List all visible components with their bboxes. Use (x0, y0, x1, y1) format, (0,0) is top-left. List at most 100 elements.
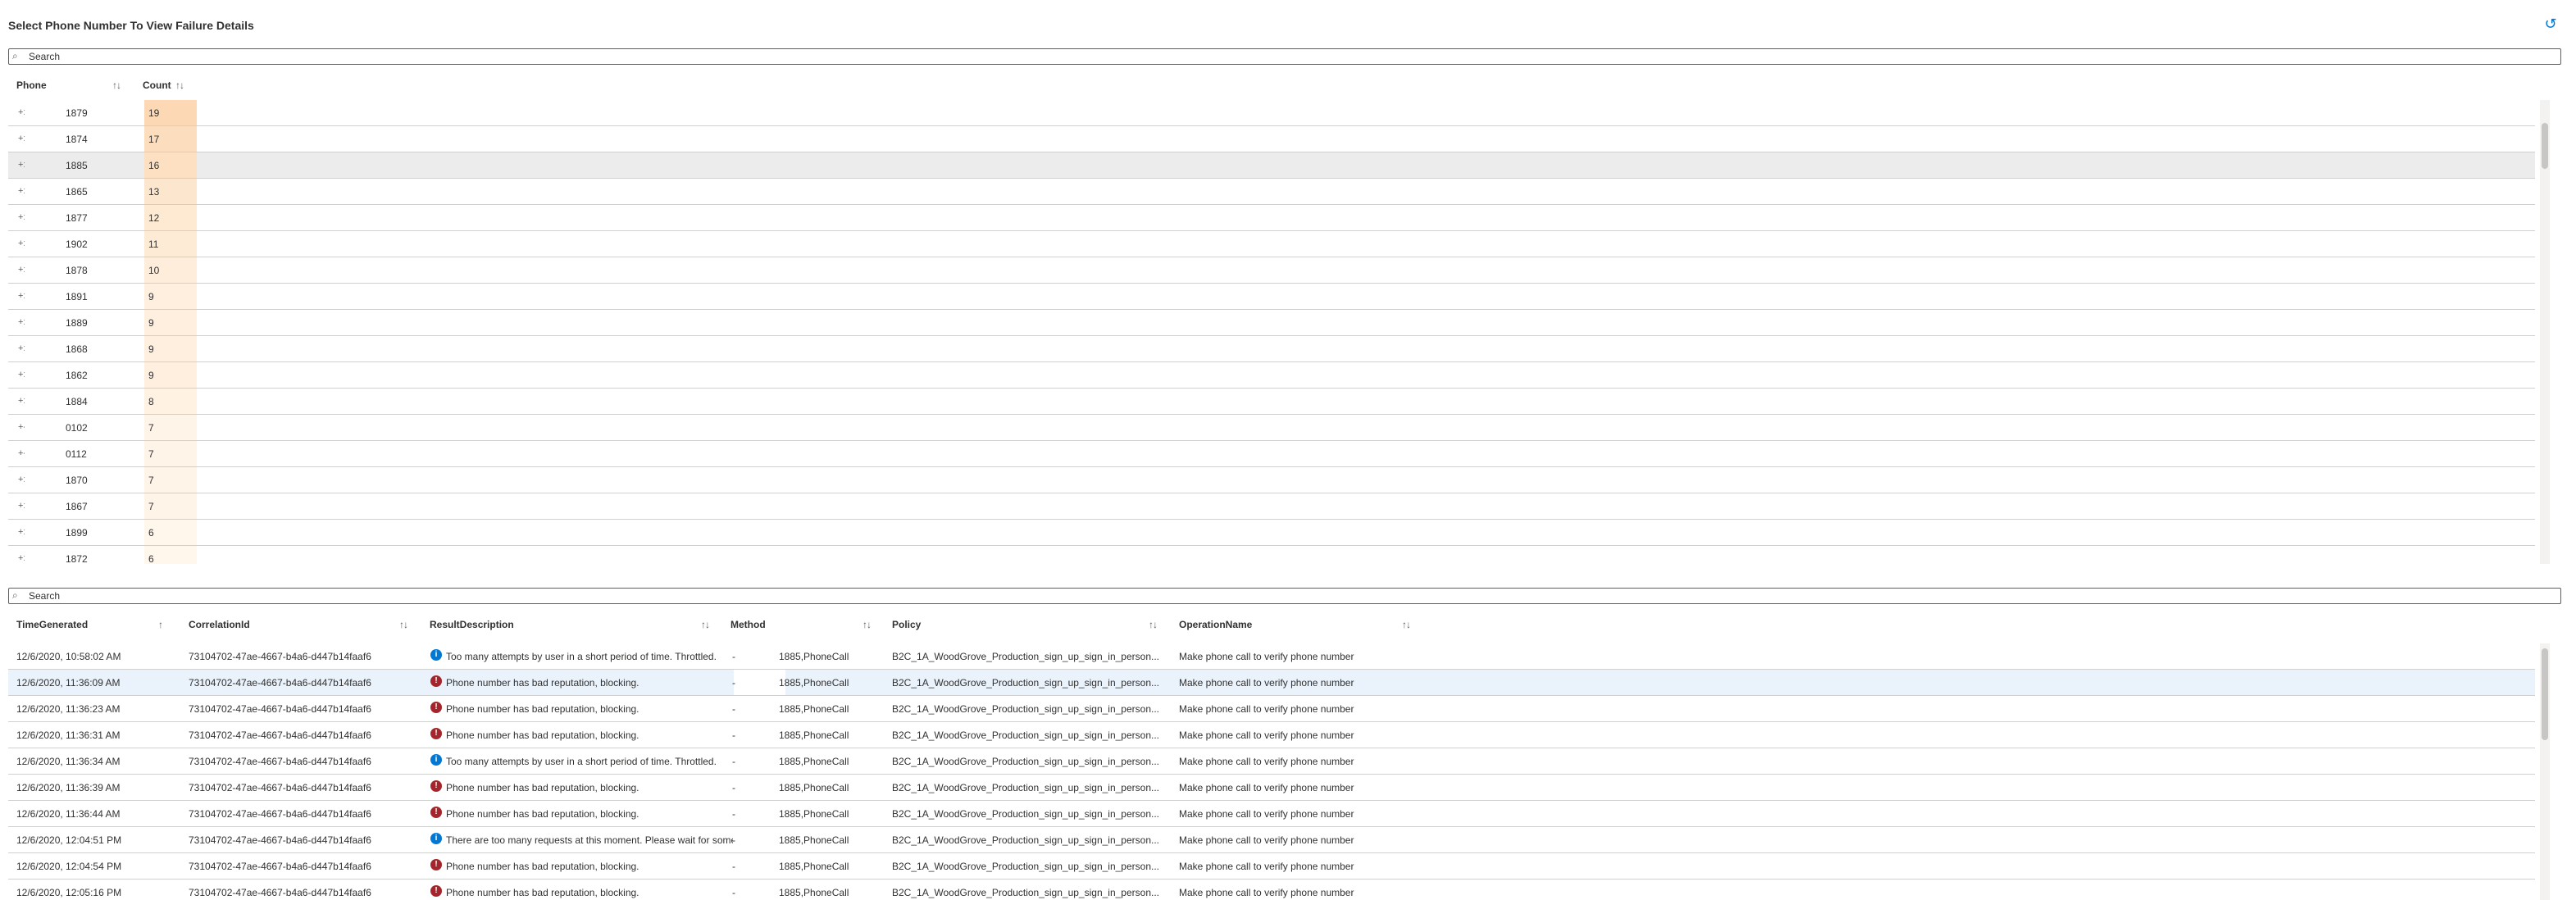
table-row[interactable]: 12/6/2020, 12:04:51 PM 73104702-47ae-4667… (8, 827, 2535, 853)
column-header-phone[interactable]: Phone (16, 80, 47, 91)
column-header-correlation-id[interactable]: CorrelationId (189, 619, 250, 630)
error-icon: ! (430, 885, 442, 897)
table-row[interactable]: 12/6/2020, 11:36:34 AM 73104702-47ae-4667… (8, 748, 2535, 775)
error-icon: ! (430, 675, 442, 687)
detail-search[interactable]: ⌕ (8, 588, 2561, 604)
operation-name: Make phone call to verify phone number (1179, 677, 1354, 689)
error-icon: ! (430, 859, 442, 870)
column-header-result-description[interactable]: ResultDescription (430, 619, 514, 630)
table-row[interactable]: +: 1884 8 (8, 389, 2535, 415)
result-description: Too many attempts by user in a short per… (446, 756, 717, 767)
phone-table-scrollbar[interactable] (2540, 100, 2550, 564)
table-row[interactable]: +: 1891 9 (8, 284, 2535, 310)
table-row[interactable]: +: 1885 16 (8, 152, 2535, 179)
table-row[interactable]: +: 1870 7 (8, 467, 2535, 493)
phone-number: 1874 (66, 134, 88, 145)
time-generated: 12/6/2020, 11:36:09 AM (16, 677, 121, 689)
scrollbar-thumb[interactable] (2542, 648, 2548, 740)
time-generated: 12/6/2020, 11:36:34 AM (16, 756, 121, 767)
table-row[interactable]: +: 1878 10 (8, 257, 2535, 284)
correlation-id: 73104702-47ae-4667-b4a6-d447b14faaf6 (189, 677, 371, 689)
table-row[interactable]: +: 1865 13 (8, 179, 2535, 205)
correlation-id: 73104702-47ae-4667-b4a6-d447b14faaf6 (189, 887, 371, 898)
policy: B2C_1A_WoodGrove_Production_sign_up_sign… (892, 756, 1159, 767)
policy: B2C_1A_WoodGrove_Production_sign_up_sign… (892, 651, 1159, 662)
table-row[interactable]: 12/6/2020, 11:36:09 AM 73104702-47ae-4667… (8, 670, 2535, 696)
info-icon: i (430, 649, 442, 661)
result-description: Phone number has bad reputation, blockin… (446, 861, 639, 872)
sort-icon[interactable]: ↑↓ (112, 80, 121, 91)
phone-number: 1889 (66, 317, 88, 329)
time-generated: 12/6/2020, 12:04:54 PM (16, 861, 122, 872)
search-icon: ⌕ (12, 50, 18, 61)
method: 1885,PhoneCall (779, 808, 849, 820)
column-header-policy[interactable]: Policy (892, 619, 921, 630)
column-header-count[interactable]: Count (143, 80, 171, 91)
operation-name: Make phone call to verify phone number (1179, 651, 1354, 662)
count-value: 16 (148, 160, 160, 171)
policy: B2C_1A_WoodGrove_Production_sign_up_sign… (892, 887, 1159, 898)
method: 1885,PhoneCall (779, 834, 849, 846)
correlation-id: 73104702-47ae-4667-b4a6-d447b14faaf6 (189, 730, 371, 741)
phone-search[interactable]: ⌕ (8, 48, 2561, 65)
method-separator: - (732, 703, 735, 715)
table-row[interactable]: +: 1902 11 (8, 231, 2535, 257)
table-row[interactable]: +: 1874 17 (8, 126, 2535, 152)
count-value: 9 (148, 370, 154, 381)
table-row[interactable]: 12/6/2020, 11:36:44 AM 73104702-47ae-4667… (8, 801, 2535, 827)
table-row[interactable]: +: 1868 9 (8, 336, 2535, 362)
table-row[interactable]: +: 1879 19 (8, 100, 2535, 126)
detail-table-scrollbar[interactable] (2540, 643, 2550, 900)
redaction-mask (734, 880, 785, 900)
phone-number: 1902 (66, 239, 88, 250)
method-separator: - (732, 677, 735, 689)
undo-icon[interactable]: ↺ (2543, 16, 2558, 31)
policy: B2C_1A_WoodGrove_Production_sign_up_sign… (892, 782, 1159, 793)
table-row[interactable]: 12/6/2020, 11:36:23 AM 73104702-47ae-4667… (8, 696, 2535, 722)
method-separator: - (732, 834, 735, 846)
result-description: Phone number has bad reputation, blockin… (446, 730, 639, 741)
sort-icon[interactable]: ↑↓ (862, 619, 872, 630)
phone-search-input[interactable] (29, 50, 2488, 63)
time-generated: 12/6/2020, 12:05:16 PM (16, 887, 122, 898)
policy: B2C_1A_WoodGrove_Production_sign_up_sign… (892, 861, 1159, 872)
column-header-method[interactable]: Method (730, 619, 766, 630)
result-description: Too many attempts by user in a short per… (446, 651, 717, 662)
detail-search-input[interactable] (29, 589, 2488, 602)
table-row[interactable]: +: 1862 9 (8, 362, 2535, 389)
sort-icon[interactable]: ↑↓ (175, 80, 184, 91)
sort-ascending-icon[interactable]: ↑ (158, 619, 163, 630)
table-row[interactable]: +: 1867 7 (8, 493, 2535, 520)
table-row[interactable]: +- 0112 7 (8, 441, 2535, 467)
table-row[interactable]: 12/6/2020, 10:58:02 AM 73104702-47ae-4667… (8, 643, 2535, 670)
table-row[interactable]: 12/6/2020, 11:36:31 AM 73104702-47ae-4667… (8, 722, 2535, 748)
sort-icon[interactable]: ↑↓ (1402, 619, 1411, 630)
method: 1885,PhoneCall (779, 677, 849, 689)
table-row[interactable]: 12/6/2020, 12:05:16 PM 73104702-47ae-4667… (8, 880, 2535, 900)
method-separator: - (732, 861, 735, 872)
column-header-time-generated[interactable]: TimeGenerated (16, 619, 88, 630)
table-row[interactable]: +: 1872 6 (8, 546, 2535, 564)
redaction-mask (734, 748, 785, 774)
table-row[interactable]: 12/6/2020, 12:04:54 PM 73104702-47ae-4667… (8, 853, 2535, 880)
sort-icon[interactable]: ↑↓ (701, 619, 710, 630)
phone-number: 1867 (66, 501, 88, 512)
time-generated: 12/6/2020, 12:04:51 PM (16, 834, 122, 846)
table-row[interactable]: +: 1899 6 (8, 520, 2535, 546)
column-header-operation-name[interactable]: OperationName (1179, 619, 1252, 630)
policy: B2C_1A_WoodGrove_Production_sign_up_sign… (892, 730, 1159, 741)
error-icon: ! (430, 728, 442, 739)
phone-number: 1879 (66, 107, 88, 119)
phone-number: 1862 (66, 370, 88, 381)
phone-number: 1870 (66, 475, 88, 486)
error-icon: ! (430, 780, 442, 792)
scrollbar-thumb[interactable] (2542, 123, 2548, 169)
table-row[interactable]: 12/6/2020, 11:36:39 AM 73104702-47ae-4667… (8, 775, 2535, 801)
sort-icon[interactable]: ↑↓ (1149, 619, 1158, 630)
redaction-mask (734, 722, 785, 748)
sort-icon[interactable]: ↑↓ (399, 619, 408, 630)
table-row[interactable]: +- 0102 7 (8, 415, 2535, 441)
table-row[interactable]: +: 1877 12 (8, 205, 2535, 231)
table-row[interactable]: +: 1889 9 (8, 310, 2535, 336)
detail-table: 12/6/2020, 10:58:02 AM 73104702-47ae-4667… (8, 643, 2535, 900)
